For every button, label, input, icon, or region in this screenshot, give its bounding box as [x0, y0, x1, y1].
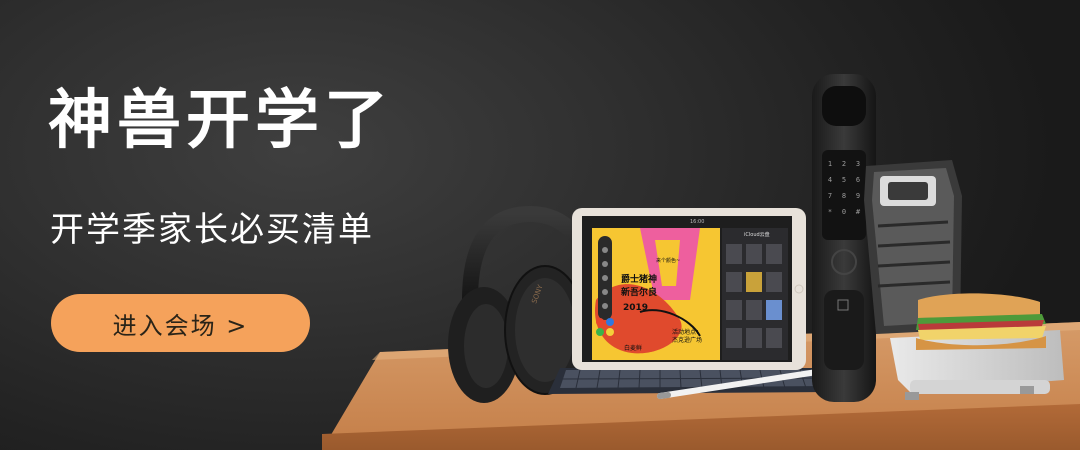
svg-text:2: 2 [842, 160, 846, 168]
svg-text:6: 6 [856, 176, 860, 184]
svg-text:3: 3 [856, 160, 860, 168]
svg-text:1: 1 [828, 160, 832, 168]
svg-text:4: 4 [828, 176, 832, 184]
promo-banner[interactable]: SONY 爵士猪神 新吾尔良 2019 活动地点： 杰克逊广场 白麦鲜 来个颜色… [0, 0, 1080, 450]
poster-year: 2019 [623, 303, 648, 313]
headline: 神兽开学了 [48, 84, 393, 158]
smart-door-lock: 1 2 3 4 5 6 7 8 9 * 0 # [812, 74, 876, 402]
svg-text:0: 0 [842, 208, 846, 216]
svg-text:5: 5 [842, 176, 846, 184]
svg-text:8: 8 [842, 192, 846, 200]
tablet-sidebar-title: iCloud云盘 [744, 231, 770, 238]
poster-event-line1: 活动地点： [672, 328, 702, 336]
poster-text-line1: 爵士猪神 [621, 273, 657, 285]
poster-note: 来个颜色~ [656, 257, 680, 264]
poster-signature: 白麦鲜 [624, 344, 642, 352]
poster-event-line2: 杰克逊广场 [672, 336, 702, 344]
svg-text:*: * [828, 208, 832, 216]
tablet: 爵士猪神 新吾尔良 2019 活动地点： 杰克逊广场 白麦鲜 来个颜色~ iCl… [572, 208, 806, 370]
svg-text:7: 7 [828, 192, 832, 200]
svg-text:9: 9 [856, 192, 860, 200]
tablet-status-time: 16:00 [690, 219, 704, 225]
subline: 开学季家长必买清单 [50, 210, 374, 250]
enter-venue-button[interactable]: 进入会场 > [51, 294, 310, 352]
poster-text-line2: 新吾尔良 [621, 286, 657, 298]
